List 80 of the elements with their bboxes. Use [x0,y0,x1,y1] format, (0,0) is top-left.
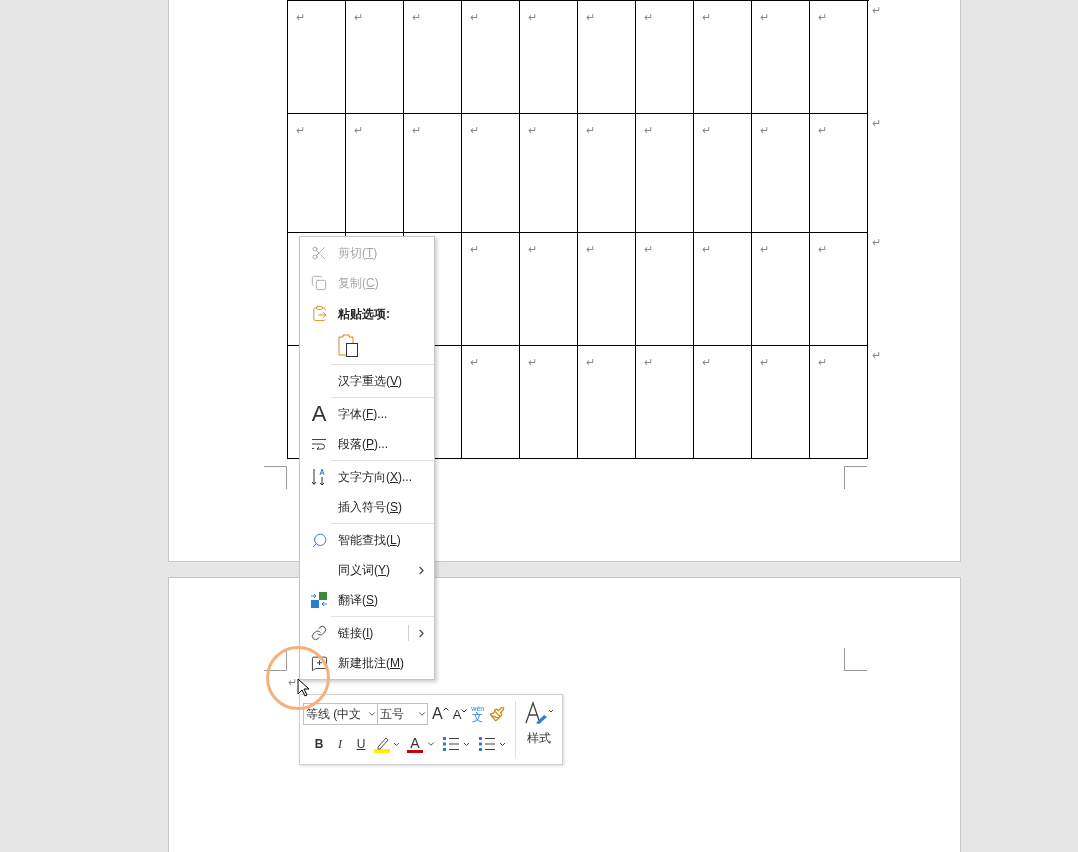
paragraph-mark: ↵ [702,11,711,23]
paragraph-mark: ↵ [528,356,537,368]
new-comment-icon [310,654,328,672]
menu-item[interactable]: 文字方向(X)... [300,462,434,492]
menu-item[interactable]: 智能查找(L) [300,525,434,555]
underline-button[interactable]: U [352,735,370,753]
menu-item[interactable]: 汉字重选(V) [300,366,434,396]
menu-item[interactable]: 新建批注(M) [300,648,434,678]
paste-keep-format-icon[interactable] [337,334,359,358]
paragraph-mark: ↵ [818,11,827,23]
menu-item[interactable]: 插入符号(S) [300,492,434,522]
paragraph-mark: ↵ [872,350,881,361]
text-direction-icon [311,468,327,486]
paragraph-mark: ↵ [644,11,653,23]
bullet-list-icon[interactable] [442,736,472,752]
paragraph-mark: ↵ [760,124,769,136]
menu-item[interactable]: 段落(P)... [300,429,434,459]
menu-item[interactable]: 链接(I) [300,618,434,648]
paragraph-mark: ↵ [872,5,881,16]
paragraph-mark: ↵ [412,11,421,23]
menu-heading: 粘贴选项: [338,305,390,323]
paragraph-mark: ↵ [586,124,595,136]
margin-mark [844,648,867,671]
clipboard-icon [310,305,328,322]
menu-item[interactable]: A 字体(F)... [300,399,434,429]
paragraph-mark: ↵ [296,11,305,23]
styles-button[interactable]: 样式 [516,695,562,764]
paragraph-mark: ↵ [818,124,827,136]
paragraph-mark: ↵ [702,356,711,368]
paragraph-mark: ↵ [872,237,881,248]
paragraph-mark: ↵ [760,243,769,255]
menu-item[interactable]: 翻译(S) [300,585,434,615]
paragraph-mark: ↵ [354,11,363,23]
paragraph-mark: ↵ [470,243,479,255]
paragraph-mark: ↵ [586,11,595,23]
highlighter-icon[interactable] [373,735,401,753]
paragraph-mark: ↵ [528,243,537,255]
paragraph-mark: ↵ [872,118,881,129]
margin-mark [844,466,867,489]
font-color-button[interactable]: A [407,735,436,753]
paragraph-mark: ↵ [644,356,653,368]
styles-icon [524,701,554,727]
paragraph-mark: ↵ [586,356,595,368]
copy-icon [311,275,327,291]
paragraph-mark: ↵ [644,243,653,255]
margin-mark [264,466,287,489]
paragraph-mark: ↵ [586,243,595,255]
paragraph-mark: ↵ [470,356,479,368]
paragraph-mark: ↵ [470,11,479,23]
caret-up-icon [442,707,449,711]
font-size-dropdown[interactable]: 五号 [378,703,428,725]
scissors-icon [311,245,327,261]
paragraph-mark: ↵ [528,124,537,136]
paragraph-mark: ↵ [702,243,711,255]
shrink-font-button[interactable]: A [452,707,468,721]
translate-icon [310,591,328,609]
paragraph-mark: ↵ [644,124,653,136]
paragraph-mark: ↵ [818,356,827,368]
link-icon [311,625,327,641]
grow-font-button[interactable]: A [432,706,449,722]
paragraph-mark: ↵ [470,124,479,136]
paragraph-icon [311,438,327,450]
numbered-list-icon[interactable] [478,736,508,752]
format-painter-icon[interactable] [489,706,506,722]
menu-item[interactable]: 同义词(Y) [300,555,434,585]
paragraph-mark: ↵ [760,356,769,368]
paragraph-mark: ↵ [818,243,827,255]
font-name-dropdown[interactable]: 等线 (中文 [303,703,378,725]
paragraph-mark: ↵ [354,124,363,136]
caret-down-icon [461,708,468,713]
paragraph-mark: ↵ [760,11,769,23]
paragraph-mark: ↵ [412,124,421,136]
paragraph-mark: ↵ [528,11,537,23]
italic-button[interactable]: I [331,735,349,753]
paragraph-mark: ↵ [702,124,711,136]
bold-button[interactable]: B [310,735,328,753]
paragraph-mark: ↵ [296,124,305,136]
search-icon [310,531,328,549]
font-icon: A [311,403,327,425]
paragraph-mark: ↵ [288,677,297,688]
